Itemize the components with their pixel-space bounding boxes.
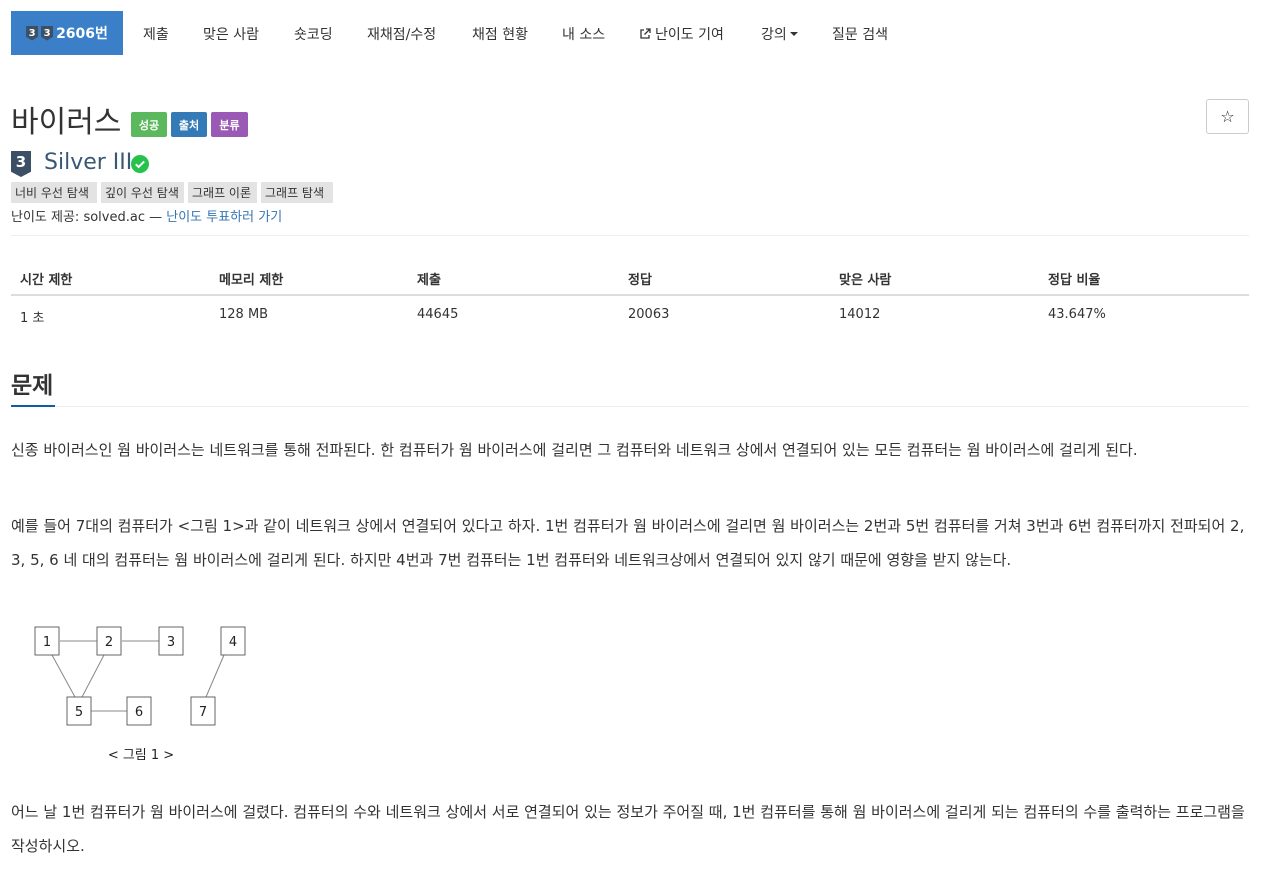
label-source[interactable]: 출처 — [171, 112, 207, 137]
value-ratio: 43.647% — [1048, 307, 1106, 322]
nav-problem-number[interactable]: 3 3 2606번 — [11, 11, 123, 55]
header-ratio: 정답 비율 — [1048, 273, 1101, 288]
value-memory-limit: 128 MB — [219, 307, 269, 322]
difficulty-provider: 난이도 제공: solved.ac — 난이도 투표하러 가기 — [11, 206, 282, 225]
figure-caption: < 그림 1 > — [108, 748, 174, 763]
node-5-label: 5 — [75, 705, 83, 720]
value-time-limit: 1 초 — [20, 311, 45, 326]
nav-short-coding[interactable]: 숏코딩 — [294, 24, 333, 44]
value-solved-users: 14012 — [839, 307, 881, 322]
nav-difficulty-contribute[interactable]: 난이도 기여 — [639, 24, 724, 44]
node-7-label: 7 — [199, 705, 207, 720]
section-underline — [11, 405, 55, 407]
value-submissions: 44645 — [417, 307, 459, 322]
header-memory-limit: 메모리 제한 — [219, 273, 284, 288]
value-accepted: 20063 — [628, 307, 670, 322]
nav-submit[interactable]: 제출 — [143, 24, 169, 44]
external-link-icon — [640, 28, 651, 39]
algorithm-tags: 너비 우선 탐색 깊이 우선 탐색 그래프 이론 그래프 탐색 — [11, 182, 333, 203]
page-title: 바이러스 — [11, 105, 122, 140]
table-row: 1 초 128 MB 44645 20063 14012 43.647% — [11, 298, 1249, 336]
problem-paragraph: 예를 들어 7대의 컴퓨터가 <그림 1>과 같이 네트워크 상에서 연결되어 … — [11, 517, 1245, 569]
header-time-limit: 시간 제한 — [20, 273, 73, 288]
header-submissions: 제출 — [417, 273, 441, 288]
node-6-label: 6 — [135, 705, 143, 720]
node-2-label: 2 — [105, 635, 113, 650]
nav-lectures-label: 강의 — [761, 27, 787, 43]
caret-down-icon — [789, 32, 798, 36]
favorite-button[interactable]: ☆ — [1206, 99, 1249, 134]
star-icon: ☆ — [1220, 107, 1235, 126]
check-circle-icon — [131, 155, 149, 173]
node-3-label: 3 — [167, 635, 175, 650]
nav-problem-label: 2606번 — [56, 26, 108, 42]
nav-my-source[interactable]: 내 소스 — [562, 24, 605, 44]
tag-dfs[interactable]: 깊이 우선 탐색 — [101, 182, 184, 203]
node-1-label: 1 — [43, 635, 51, 650]
nav-status[interactable]: 채점 현황 — [472, 24, 528, 44]
tier-name[interactable]: Silver III — [44, 150, 132, 175]
network-figure: 1 2 3 4 5 6 7 < 그림 1 > — [34, 626, 246, 763]
tag-graph-theory[interactable]: 그래프 이론 — [188, 182, 257, 203]
vote-difficulty-link[interactable]: 난이도 투표하러 가기 — [166, 210, 282, 225]
tag-graph-traversal[interactable]: 그래프 탐색 — [261, 182, 333, 203]
label-success[interactable]: 성공 — [131, 112, 167, 137]
section-divider — [55, 406, 1249, 407]
node-4-label: 4 — [229, 635, 237, 650]
header-solved-users: 맞은 사람 — [839, 273, 892, 288]
nav-difficulty-label: 난이도 기여 — [655, 27, 724, 43]
nav-lectures[interactable]: 강의 — [761, 24, 798, 44]
provider-text: 난이도 제공: solved.ac — — [11, 210, 167, 225]
tier-badge-icon: 3 — [41, 25, 54, 41]
label-category[interactable]: 분류 — [211, 112, 248, 137]
tier-badge-icon: 3 — [26, 25, 39, 41]
divider — [11, 235, 1249, 236]
section-title: 문제 — [11, 373, 54, 399]
nav-rejudge[interactable]: 재채점/수정 — [367, 24, 436, 44]
tier-badge-icon: 3 — [11, 151, 31, 177]
nav-correct-users[interactable]: 맞은 사람 — [203, 24, 259, 44]
problem-nav: 3 3 2606번 — [11, 11, 123, 55]
nav-question-search[interactable]: 질문 검색 — [832, 24, 888, 44]
tag-bfs[interactable]: 너비 우선 탐색 — [11, 182, 97, 203]
problem-paragraph: 신종 바이러스인 웜 바이러스는 네트워크를 통해 전파된다. 한 컴퓨터가 웜… — [11, 441, 1138, 459]
table-header: 시간 제한 메모리 제한 제출 정답 맞은 사람 정답 비율 — [11, 259, 1249, 296]
problem-paragraph: 어느 날 1번 컴퓨터가 웜 바이러스에 걸렸다. 컴퓨터의 수와 네트워크 상… — [11, 803, 1245, 855]
header-accepted: 정답 — [628, 273, 652, 288]
